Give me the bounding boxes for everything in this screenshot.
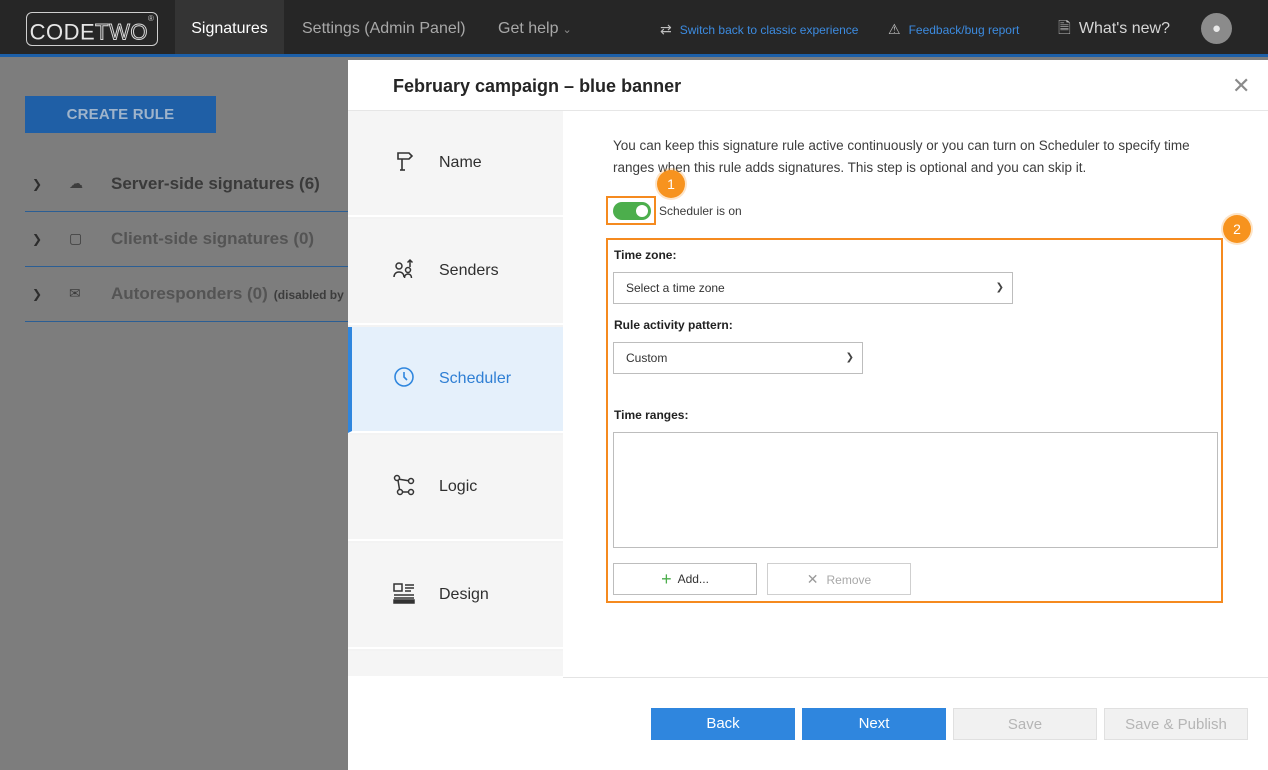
- codetwo-logo[interactable]: CODETWO®: [26, 12, 158, 46]
- switch-arrows-icon: ⇄: [660, 21, 672, 37]
- feedback-icon: ⚠: [888, 21, 901, 37]
- callout-badge-1: 1: [657, 170, 685, 198]
- expand-arrow-icon: ❯: [32, 287, 43, 301]
- scheduler-toggle[interactable]: [613, 202, 651, 220]
- scheduler-description: You can keep this signature rule active …: [613, 138, 1190, 175]
- step-scheduler[interactable]: Scheduler: [348, 327, 563, 433]
- activity-pattern-select[interactable]: Custom ❯: [613, 342, 863, 374]
- step-senders-label: Senders: [439, 262, 499, 279]
- step-design[interactable]: Design: [348, 543, 563, 649]
- scheduler-toggle-label: Scheduler is on: [659, 204, 742, 218]
- plus-icon: +: [661, 569, 672, 589]
- logo-registered-mark: ®: [147, 14, 155, 23]
- autoresponders-text: Autoresponders (0): [111, 284, 268, 303]
- whats-new-button[interactable]: 🗎 What's new?: [1058, 0, 1170, 57]
- step-design-label: Design: [439, 586, 489, 603]
- tab-signatures[interactable]: Signatures: [175, 0, 284, 57]
- logo-text-main: CODE: [29, 19, 96, 45]
- wizard-steps: Name Senders Scheduler Logic Design: [348, 111, 563, 678]
- activity-pattern-value: Custom: [626, 351, 668, 365]
- user-icon: ●: [1211, 20, 1222, 37]
- whats-new-label: What's new?: [1078, 20, 1170, 37]
- design-icon: [392, 581, 416, 605]
- modal-title: February campaign – blue banner: [393, 76, 682, 96]
- footer-divider: [563, 677, 1268, 678]
- remove-time-range-button[interactable]: ✕ Remove: [767, 563, 911, 595]
- next-button[interactable]: Next: [802, 708, 946, 740]
- step-logic[interactable]: Logic: [348, 435, 563, 541]
- news-icon: 🗎: [1058, 20, 1071, 37]
- add-time-range-button[interactable]: + Add...: [613, 563, 757, 595]
- chevron-down-icon: ❯: [995, 282, 1004, 293]
- time-zone-select[interactable]: Select a time zone ❯: [613, 272, 1013, 304]
- modal-header: February campaign – blue banner ✕: [348, 60, 1268, 111]
- user-avatar[interactable]: ●: [1201, 13, 1232, 44]
- time-zone-value: Select a time zone: [626, 281, 725, 295]
- step-logic-label: Logic: [439, 478, 478, 495]
- signpost-icon: [392, 149, 416, 173]
- switch-classic-link[interactable]: ⇄ Switch back to classic experience: [660, 0, 858, 57]
- cloud-icon: ☁: [69, 175, 83, 191]
- tab-get-help-label: Get help: [498, 20, 559, 37]
- expand-arrow-icon: ❯: [32, 177, 43, 191]
- autoresponders-status: (disabled by: [273, 288, 344, 302]
- logo-text-accent: TWO: [95, 19, 148, 45]
- senders-icon: [392, 257, 416, 281]
- time-ranges-label: Time ranges:: [614, 408, 689, 422]
- autoresponders-label: Autoresponders (0) (disabled by: [111, 284, 344, 304]
- callout-badge-2: 2: [1223, 215, 1251, 243]
- step-name-label: Name: [439, 154, 482, 171]
- clock-icon: [392, 365, 416, 389]
- remove-x-icon: ✕: [806, 571, 819, 587]
- tab-settings-label: Settings (Admin Panel): [302, 20, 466, 37]
- step-senders[interactable]: Senders: [348, 219, 563, 325]
- scheduler-toggle-highlight: [606, 196, 656, 225]
- client-side-label: Client-side signatures (0): [111, 229, 315, 248]
- toggle-knob: [636, 205, 648, 217]
- expand-arrow-icon: ❯: [32, 232, 43, 246]
- tab-settings-admin-panel[interactable]: Settings (Admin Panel): [302, 0, 466, 57]
- feedback-link[interactable]: ⚠ Feedback/bug report: [888, 0, 1019, 57]
- server-side-label: Server-side signatures (6): [111, 174, 320, 193]
- feedback-label: Feedback/bug report: [908, 23, 1020, 37]
- step-scheduler-label: Scheduler: [439, 370, 512, 387]
- chevron-down-icon: ❯: [845, 352, 854, 363]
- close-icon[interactable]: ✕: [1232, 74, 1250, 98]
- client-side-signatures-row[interactable]: ❯ ▢ Client-side signatures (0): [25, 212, 348, 267]
- save-publish-button[interactable]: Save & Publish: [1104, 708, 1248, 740]
- step-name[interactable]: Name: [348, 111, 563, 217]
- switch-classic-label: Switch back to classic experience: [679, 23, 859, 37]
- monitor-icon: ▢: [69, 230, 83, 246]
- chevron-down-icon: ⌄: [562, 24, 572, 36]
- back-button[interactable]: Back: [651, 708, 795, 740]
- add-label: Add...: [677, 572, 709, 586]
- time-ranges-list[interactable]: [613, 432, 1218, 548]
- server-side-signatures-row[interactable]: ❯ ☁ Server-side signatures (6): [25, 157, 348, 212]
- autoresponders-row[interactable]: ❯ ✉ Autoresponders (0) (disabled by: [25, 267, 348, 322]
- tab-get-help[interactable]: Get help ⌄: [498, 0, 572, 57]
- tab-signatures-label: Signatures: [191, 20, 268, 37]
- time-zone-label: Time zone:: [614, 248, 677, 262]
- create-rule-button[interactable]: CREATE RULE: [25, 96, 216, 133]
- logic-icon: [392, 473, 416, 497]
- activity-pattern-label: Rule activity pattern:: [614, 318, 733, 332]
- save-button[interactable]: Save: [953, 708, 1097, 740]
- autoresponder-icon: ✉: [69, 285, 81, 301]
- scheduler-settings-highlight: Time zone: Select a time zone ❯ Rule act…: [606, 238, 1223, 603]
- step-placeholder: [348, 651, 563, 678]
- rule-editor-modal: February campaign – blue banner ✕ Name S…: [348, 60, 1268, 770]
- remove-label: Remove: [826, 573, 872, 587]
- top-navigation-bar: CODETWO® Signatures Settings (Admin Pane…: [0, 0, 1268, 57]
